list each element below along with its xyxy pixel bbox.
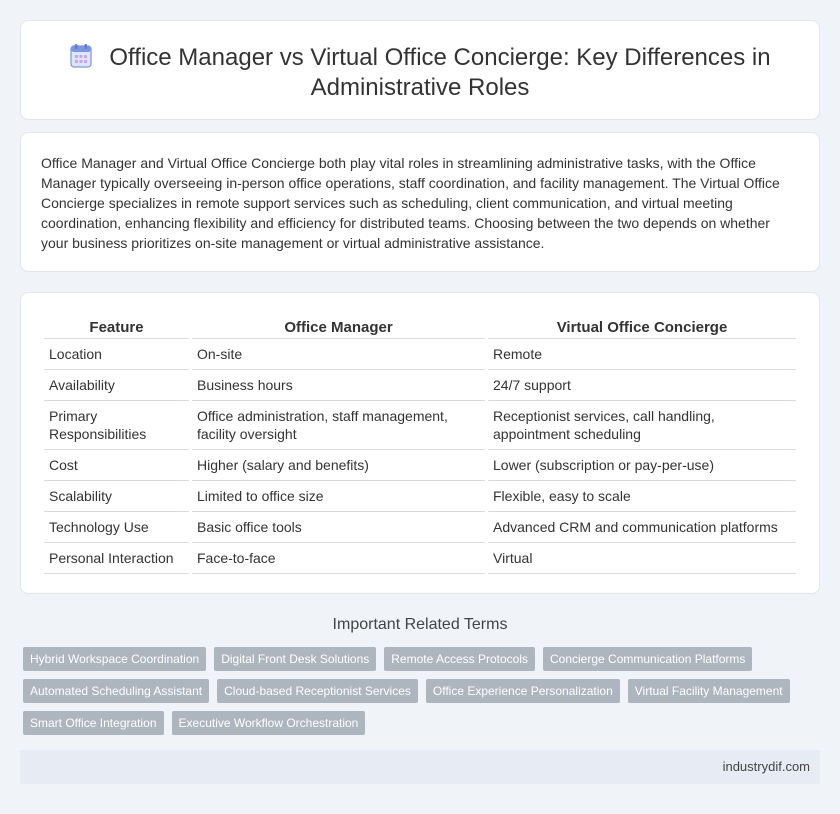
feature-cell: Technology Use <box>44 512 189 543</box>
table-header-row: Feature Office Manager Virtual Office Co… <box>44 313 796 339</box>
feature-cell: Scalability <box>44 481 189 512</box>
intro-card: Office Manager and Virtual Office Concie… <box>20 132 820 272</box>
intro-paragraph: Office Manager and Virtual Office Concie… <box>41 155 780 251</box>
comparison-table: Feature Office Manager Virtual Office Co… <box>41 313 799 574</box>
virtual-concierge-cell: Flexible, easy to scale <box>488 481 796 512</box>
office-manager-cell: Business hours <box>192 370 485 401</box>
virtual-concierge-cell: Lower (subscription or pay-per-use) <box>488 450 796 481</box>
related-term-tag[interactable]: Hybrid Workspace Coordination <box>23 647 207 671</box>
column-header-virtual-concierge: Virtual Office Concierge <box>488 313 796 339</box>
office-manager-cell: Basic office tools <box>192 512 485 543</box>
related-term-tag[interactable]: Digital Front Desk Solutions <box>214 647 377 671</box>
calendar-icon <box>70 44 92 68</box>
virtual-concierge-cell: Remote <box>488 339 796 370</box>
office-manager-cell: Higher (salary and benefits) <box>192 450 485 481</box>
related-term-tag[interactable]: Cloud-based Receptionist Services <box>217 679 418 703</box>
table-row: Personal Interaction Face-to-face Virtua… <box>44 543 796 574</box>
virtual-concierge-cell: Virtual <box>488 543 796 574</box>
page-title-wrap: Office Manager vs Virtual Office Concier… <box>61 43 779 103</box>
related-term-tag[interactable]: Remote Access Protocols <box>384 647 535 671</box>
related-terms-heading: Important Related Terms <box>332 616 508 633</box>
feature-cell: Cost <box>44 450 189 481</box>
related-term-tag[interactable]: Smart Office Integration <box>23 711 164 735</box>
table-row: Cost Higher (salary and benefits) Lower … <box>44 450 796 481</box>
comparison-card: Feature Office Manager Virtual Office Co… <box>20 292 820 594</box>
column-header-office-manager: Office Manager <box>192 313 485 339</box>
feature-cell: Availability <box>44 370 189 401</box>
related-term-tag[interactable]: Virtual Facility Management <box>627 679 790 703</box>
footer-site-label: industrydif.com <box>722 759 810 774</box>
office-manager-cell: Limited to office size <box>192 481 485 512</box>
feature-cell: Personal Interaction <box>44 543 189 574</box>
related-term-tag[interactable]: Executive Workflow Orchestration <box>171 711 366 735</box>
title-card: Office Manager vs Virtual Office Concier… <box>20 20 820 120</box>
related-term-tag[interactable]: Office Experience Personalization <box>425 679 620 703</box>
related-term-tag[interactable]: Concierge Communication Platforms <box>543 647 753 671</box>
feature-cell: Primary Responsibilities <box>44 401 189 450</box>
virtual-concierge-cell: Receptionist services, call handling, ap… <box>488 401 796 450</box>
table-row: Location On-site Remote <box>44 339 796 370</box>
page-title: Office Manager vs Virtual Office Concier… <box>109 44 771 101</box>
office-manager-cell: Face-to-face <box>192 543 485 574</box>
table-row: Availability Business hours 24/7 support <box>44 370 796 401</box>
office-manager-cell: Office administration, staff management,… <box>192 401 485 450</box>
column-header-feature: Feature <box>44 313 189 339</box>
feature-cell: Location <box>44 339 189 370</box>
table-row: Scalability Limited to office size Flexi… <box>44 481 796 512</box>
related-terms-list: Hybrid Workspace Coordination Digital Fr… <box>23 647 813 735</box>
table-row: Primary Responsibilities Office administ… <box>44 401 796 450</box>
table-row: Technology Use Basic office tools Advanc… <box>44 512 796 543</box>
footer: industrydif.com <box>20 750 820 784</box>
virtual-concierge-cell: 24/7 support <box>488 370 796 401</box>
office-manager-cell: On-site <box>192 339 485 370</box>
related-term-tag[interactable]: Automated Scheduling Assistant <box>23 679 210 703</box>
virtual-concierge-cell: Advanced CRM and communication platforms <box>488 512 796 543</box>
